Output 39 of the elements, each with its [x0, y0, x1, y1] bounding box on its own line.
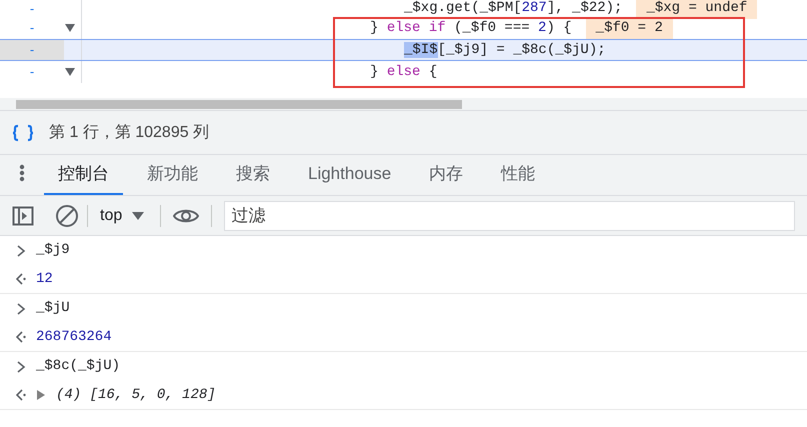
input-text: _$jU — [36, 299, 70, 318]
result-icon — [16, 331, 26, 343]
input-text: _$8c(_$jU) — [36, 357, 120, 376]
panel-tab[interactable]: 新功能 — [133, 155, 212, 195]
line-marker: - — [30, 63, 34, 82]
panel-tab[interactable]: 性能 — [487, 155, 550, 195]
filter-field[interactable]: 过滤 — [224, 200, 795, 230]
input-text: _$j9 — [36, 241, 70, 260]
code-text: _$I$[_$j9] = _$8c(_$jU); — [404, 40, 606, 60]
inline-value: _$xg = undef — [636, 0, 758, 19]
code-text: } else if (_$f0 === 2) { — [370, 18, 572, 38]
cursor-position: 第 1 行，第 102895 列 — [49, 122, 210, 142]
result-text: 12 — [36, 270, 53, 288]
braces-icon[interactable] — [11, 124, 35, 142]
input-prompt-icon — [16, 244, 26, 256]
clear-icon[interactable] — [55, 204, 79, 228]
scrollbar-thumb[interactable] — [16, 100, 462, 108]
result-text: 268763264 — [36, 328, 112, 346]
line-marker: - — [30, 0, 34, 18]
caret-icon — [132, 210, 144, 220]
result-text[interactable]: (4) [16, 5, 0, 128] — [56, 384, 216, 406]
panel-tab[interactable]: 内存 — [415, 155, 478, 195]
line-marker: - — [30, 19, 34, 38]
line-marker: - — [30, 41, 34, 60]
fold-icon[interactable] — [64, 23, 76, 33]
code-text: _$xg.get(_$PM[287], _$22); — [404, 0, 622, 18]
input-prompt-icon — [16, 360, 26, 372]
panel-tab[interactable]: Lighthouse — [294, 155, 406, 195]
fold-icon[interactable] — [64, 67, 76, 77]
code-text: } else { — [370, 62, 438, 82]
result-icon — [16, 389, 26, 401]
expand-icon[interactable] — [36, 389, 46, 401]
inline-value: _$f0 = 2 — [586, 18, 673, 38]
input-prompt-icon — [16, 302, 26, 314]
result-icon — [16, 273, 26, 285]
sidebar-toggle-icon[interactable] — [12, 204, 34, 226]
more-icon[interactable] — [19, 164, 25, 182]
context-dropdown[interactable]: top — [96, 204, 148, 228]
panel-tab[interactable]: 搜索 — [222, 155, 284, 195]
